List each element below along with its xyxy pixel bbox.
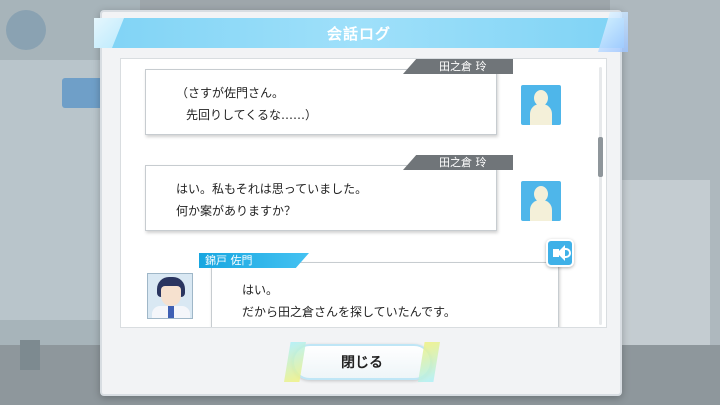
log-line: はい。私もそれは思っていました。: [176, 182, 368, 196]
log-entry: はい。 だから田之倉さんを探していたんです。: [211, 262, 559, 327]
button-decoration-left: [284, 342, 306, 382]
scrollbar[interactable]: [598, 67, 603, 325]
log-line: だから田之倉さんを探していたんです。: [242, 305, 456, 319]
log-line: 何か案がありますか？: [176, 204, 297, 218]
log-entry: （さすが佐門さん。 先回りしてくるな……）: [145, 69, 497, 135]
dialog-title-bar: 会話ログ: [94, 12, 628, 52]
close-button[interactable]: 閉じる: [284, 342, 440, 382]
generic-person-icon: [521, 181, 561, 221]
log-line: 先回りしてくるな……）: [186, 108, 318, 122]
generic-person-icon: [521, 85, 561, 125]
close-button-label: 閉じる: [341, 355, 383, 371]
button-decoration-right: [418, 342, 440, 382]
speaker-icon[interactable]: [546, 239, 574, 267]
title-decoration-left: [94, 18, 124, 48]
speaker-name-tag: 田之倉 玲: [403, 59, 513, 74]
dialog-title: 会話ログ: [326, 24, 391, 43]
conversation-log-dialog: 会話ログ （さすが佐門さん。 先回りしてくるな……） 田之倉 玲 はい。私もそれ…: [94, 10, 628, 396]
speaker-name-tag: 錦戸 佐門: [199, 253, 309, 268]
character-portrait: [147, 273, 193, 319]
log-line: はい。: [242, 283, 279, 297]
log-entry: はい。私もそれは思っていました。 何か案がありますか？: [145, 165, 497, 231]
scrollbar-thumb[interactable]: [598, 137, 603, 177]
speaker-name-tag: 田之倉 玲: [403, 155, 513, 170]
title-decoration-right: [598, 12, 628, 52]
log-line: （さすが佐門さん。: [176, 86, 285, 100]
log-scroll-area[interactable]: （さすが佐門さん。 先回りしてくるな……） 田之倉 玲 はい。私もそれは思ってい…: [120, 58, 607, 328]
